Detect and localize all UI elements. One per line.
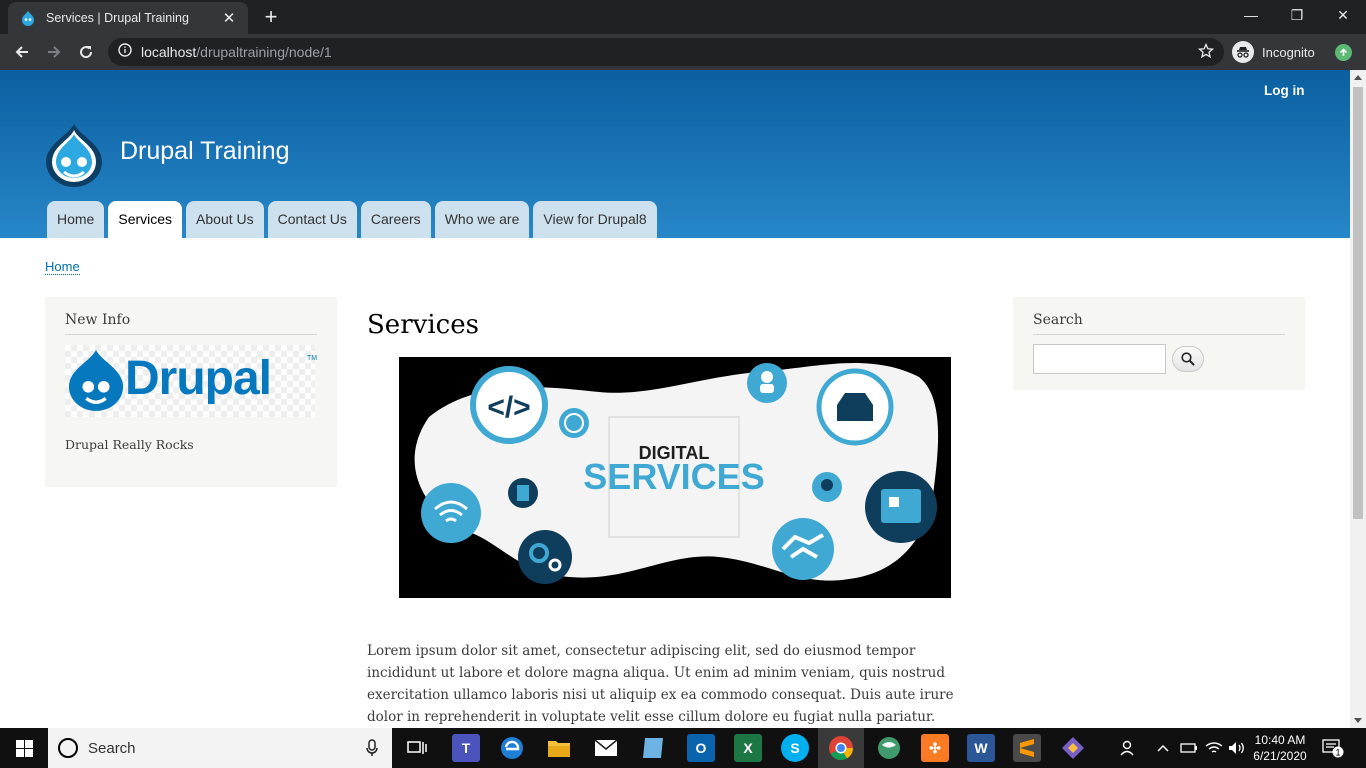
globe-app-icon[interactable] [875, 734, 903, 762]
site-header: Log in Drupal Training Home Services Abo… [0, 70, 1350, 238]
url-path: /drupaltraining/node/1 [196, 44, 332, 60]
block-title-new-info: New Info [65, 312, 317, 335]
page-title: Services [367, 310, 479, 340]
body-text: Lorem ipsum dolor sit amet, consectetur … [367, 643, 954, 725]
menu-item-services[interactable]: Services [108, 201, 183, 238]
wifi-icon[interactable] [1205, 728, 1223, 768]
info-icon[interactable] [118, 42, 132, 62]
search-button[interactable] [1172, 346, 1204, 372]
hero-text-services: SERVICES [583, 456, 764, 497]
search-form [1033, 344, 1285, 374]
main-content: Services DIGITAL SERVICES </> Lorem ipsu… [367, 310, 967, 725]
digital-services-image: DIGITAL SERVICES </> [399, 357, 951, 598]
bookmark-star-icon[interactable] [1197, 42, 1215, 64]
page-scrollbar[interactable] [1350, 70, 1366, 728]
back-icon[interactable] [8, 38, 36, 66]
site-name[interactable]: Drupal Training [120, 137, 290, 166]
excel-icon[interactable]: X [734, 734, 762, 762]
close-tab-icon[interactable]: ✕ [220, 9, 238, 27]
drupal-site-logo-icon[interactable] [44, 122, 104, 193]
update-icon[interactable] [1335, 44, 1352, 61]
new-tab-icon[interactable]: + [258, 4, 284, 30]
address-bar[interactable]: localhost/drupaltraining/node/1 [108, 38, 1224, 66]
block-title-search: Search [1033, 312, 1285, 335]
notes-app-icon[interactable] [639, 734, 667, 762]
outlook-icon[interactable]: O [687, 734, 715, 762]
scroll-up-icon[interactable] [1354, 75, 1362, 80]
menu-item-careers[interactable]: Careers [360, 201, 431, 238]
svg-text:</>: </> [487, 391, 530, 424]
git-app-icon[interactable] [1059, 734, 1087, 762]
page-viewport: Log in Drupal Training Home Services Abo… [0, 70, 1350, 728]
menu-item-who-we-are[interactable]: Who we are [434, 201, 530, 238]
close-window-icon[interactable]: ✕ [1320, 0, 1366, 32]
incognito-icon [1232, 41, 1254, 63]
scroll-down-icon[interactable] [1354, 718, 1362, 723]
browser-tab[interactable]: Services | Drupal Training ✕ [8, 2, 248, 34]
menu-item-contact-us[interactable]: Contact Us [267, 201, 357, 238]
browser-tab-strip: Services | Drupal Training ✕ + — ❐ ✕ [0, 0, 1366, 34]
menu-item-view-for-drupal8[interactable]: View for Drupal8 [533, 201, 657, 238]
notification-center-icon[interactable]: 1 [1322, 728, 1344, 768]
sidebar-search: Search [1013, 297, 1305, 390]
volume-icon[interactable] [1228, 728, 1246, 768]
clock-date: 6/21/2020 [1253, 749, 1307, 763]
mail-icon[interactable] [592, 734, 620, 762]
drupal-logo-image: Drupal TM [65, 345, 318, 417]
drupal-logo-wordmark: Drupal [125, 352, 272, 405]
search-input[interactable] [1033, 344, 1166, 374]
search-icon [1181, 352, 1195, 366]
skype-icon[interactable]: S [781, 734, 809, 762]
drupal-favicon-icon [20, 10, 36, 26]
notification-count: 1 [1335, 748, 1340, 758]
browser-toolbar: localhost/drupaltraining/node/1 Incognit… [0, 34, 1366, 70]
menu-item-home[interactable]: Home [47, 201, 105, 238]
edge-icon[interactable] [498, 734, 526, 762]
windows-start-icon[interactable] [0, 728, 48, 768]
chrome-icon[interactable] [827, 734, 855, 762]
task-view-icon[interactable] [403, 734, 431, 762]
forward-icon[interactable] [40, 38, 68, 66]
clock-time: 10:40 AM [1254, 733, 1306, 747]
sublime-text-icon[interactable] [1013, 734, 1041, 762]
xampp-icon[interactable]: ✣ [921, 734, 949, 762]
main-menu: Home Services About Us Contact Us Career… [47, 201, 657, 238]
breadcrumb-home-link[interactable]: Home [45, 259, 80, 275]
taskbar-search-box[interactable]: Search [48, 728, 392, 768]
taskbar-clock[interactable]: 10:40 AM 6/21/2020 [1248, 732, 1312, 764]
drupal-logo-tm: TM [307, 355, 318, 362]
login-link[interactable]: Log in [1264, 83, 1305, 98]
restore-icon[interactable]: ❐ [1274, 0, 1320, 32]
reload-icon[interactable] [72, 38, 100, 66]
menu-item-about-us[interactable]: About Us [186, 201, 264, 238]
profile-label: Incognito [1262, 44, 1315, 60]
scroll-thumb[interactable] [1353, 87, 1363, 519]
incognito-profile[interactable]: Incognito [1232, 39, 1315, 65]
file-explorer-icon[interactable] [545, 734, 573, 762]
word-icon[interactable]: W [967, 734, 995, 762]
block-text-new-info: Drupal Really Rocks [65, 437, 194, 452]
url-host: localhost [141, 44, 197, 60]
show-hidden-icons-icon[interactable] [1156, 728, 1170, 768]
tab-title: Services | Drupal Training [46, 11, 189, 25]
url-text: localhost/drupaltraining/node/1 [141, 44, 332, 60]
taskbar-search-label: Search [88, 739, 136, 757]
sidebar-new-info: New Info Drupal TM Drupal Really Rocks [45, 297, 337, 487]
cortana-icon [58, 738, 78, 758]
microphone-icon[interactable] [366, 739, 378, 762]
battery-icon[interactable] [1180, 728, 1198, 768]
windows-taskbar: Search T O X S ✣ W 10:40 AM 6/21/2020 1 [0, 728, 1366, 768]
people-icon[interactable] [1120, 728, 1138, 768]
minimize-icon[interactable]: — [1228, 0, 1274, 32]
teams-icon[interactable]: T [452, 734, 480, 762]
